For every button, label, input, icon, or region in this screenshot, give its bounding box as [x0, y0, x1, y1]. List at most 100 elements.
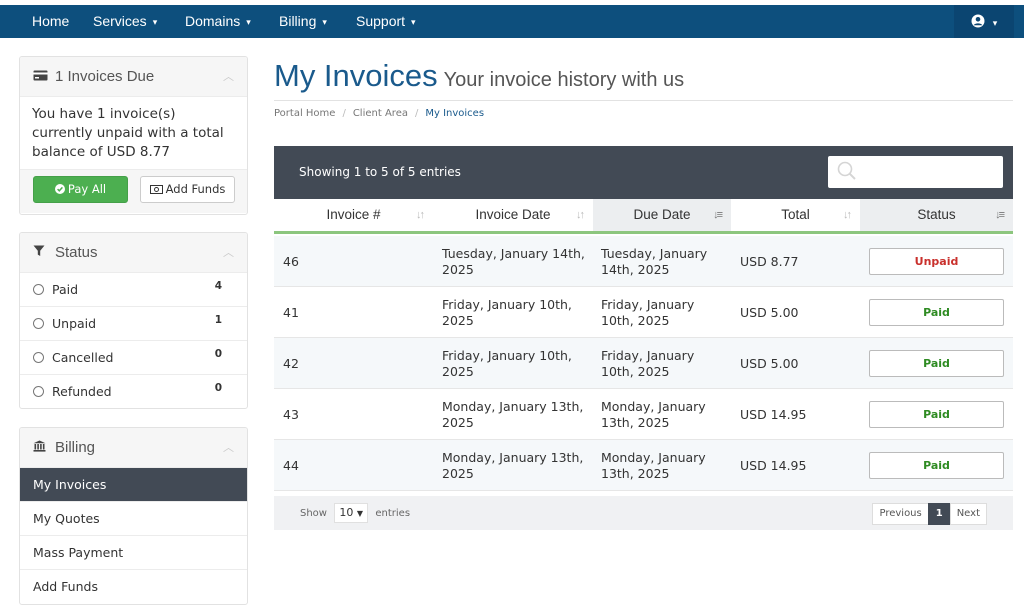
column-header-label: Status: [917, 207, 956, 222]
previous-page-button[interactable]: Previous: [872, 503, 929, 525]
page-title-main: My Invoices: [274, 58, 438, 93]
next-page-button[interactable]: Next: [949, 503, 987, 525]
billing-title: Billing: [55, 439, 96, 456]
table-header: Invoice # ↓↑ Invoice Date ↓↑ Due Date ↓≡ To…: [274, 199, 1013, 234]
status-panel: Status ︿ Paid 4 Unpaid 1 Cancelled 0 Refund…: [19, 232, 248, 409]
billing-panel: Billing ︿ My Invoices My Quotes Mass Pay…: [19, 427, 248, 605]
cell-due-date: Friday, January 10th, 2025: [601, 296, 695, 328]
chevron-up-icon[interactable]: ︿: [223, 428, 234, 468]
title-divider: [274, 100, 1013, 101]
sort-ascending-icon: ↓≡: [713, 209, 723, 221]
show-label: Show: [300, 508, 327, 519]
breadcrumb-portal-home[interactable]: Portal Home: [274, 108, 335, 119]
column-header-due-date[interactable]: Due Date ↓≡: [593, 199, 731, 231]
add-funds-label: Add Funds: [165, 182, 226, 196]
cell-invoice-number: 41: [283, 304, 299, 320]
page-1-button[interactable]: 1: [927, 503, 951, 525]
status-label: Cancelled: [52, 350, 114, 365]
pay-all-label: Pay All: [67, 182, 107, 196]
cell-due-date: Tuesday, January 14th, 2025: [601, 245, 708, 277]
column-header-invoice-date[interactable]: Invoice Date ↓↑: [433, 199, 593, 231]
credit-card-icon: [33, 57, 49, 97]
cell-due-date: Monday, January 13th, 2025: [601, 398, 706, 430]
sort-descending-icon: ↓≡: [995, 209, 1005, 221]
radio-icon[interactable]: [33, 386, 44, 397]
cell-total: USD 14.95: [740, 406, 807, 422]
column-header-label: Total: [781, 207, 810, 222]
nav-support-label: Support: [356, 13, 406, 29]
account-menu[interactable]: ▾: [954, 5, 1014, 38]
add-funds-button[interactable]: Add Funds: [140, 176, 235, 203]
nav-home-label: Home: [32, 13, 70, 29]
status-filter-unpaid[interactable]: Unpaid 1: [20, 307, 247, 341]
breadcrumb: Portal Home / Client Area / My Invoices: [274, 108, 484, 119]
column-header-status[interactable]: Status ↓≡: [860, 199, 1013, 231]
breadcrumb-separator: /: [342, 108, 346, 119]
status-badge: Paid: [869, 299, 1004, 326]
invoices-due-header[interactable]: 1 Invoices Due ︿: [20, 57, 247, 97]
chevron-down-icon: ▼: [356, 509, 363, 518]
status-label: Unpaid: [52, 316, 97, 331]
status-badge: Paid: [869, 350, 1004, 377]
status-count: 0: [214, 348, 222, 360]
nav-home[interactable]: Home: [32, 5, 69, 38]
sidebar-item-my-quotes[interactable]: My Quotes: [20, 502, 247, 536]
cell-due-date: Monday, January 13th, 2025: [601, 449, 706, 481]
sidebar-item-mass-payment[interactable]: Mass Payment: [20, 536, 247, 570]
chevron-up-icon[interactable]: ︿: [223, 233, 234, 273]
status-title: Status: [55, 244, 98, 261]
cell-invoice-number: 42: [283, 355, 299, 371]
column-header-total[interactable]: Total ↓↑: [731, 199, 860, 231]
cell-total: USD 5.00: [740, 355, 799, 371]
page-size-select[interactable]: 10 ▼: [334, 503, 369, 523]
status-badge: Unpaid: [869, 248, 1004, 275]
nav-billing-label: Billing: [279, 13, 317, 29]
table-footer: Show 10 ▼ entries Previous 1 Next: [274, 496, 1013, 530]
sort-icon: ↓↑: [843, 209, 852, 221]
breadcrumb-client-area[interactable]: Client Area: [353, 108, 408, 119]
nav-domains[interactable]: Domains ▾: [185, 5, 251, 38]
nav-support[interactable]: Support ▾: [356, 5, 416, 38]
table-info: Showing 1 to 5 of 5 entries: [299, 165, 461, 179]
nav-billing[interactable]: Billing ▾: [279, 5, 327, 38]
search-input[interactable]: [828, 156, 1003, 188]
table-toolbar: Showing 1 to 5 of 5 entries: [274, 146, 1013, 199]
chevron-up-icon[interactable]: ︿: [223, 57, 234, 97]
pay-all-button[interactable]: Pay All: [33, 176, 128, 203]
invoices-due-panel: 1 Invoices Due ︿ You have 1 invoice(s) c…: [19, 56, 248, 215]
radio-icon[interactable]: [33, 318, 44, 329]
table-row[interactable]: 43 Monday, January 13th, 2025 Monday, Ja…: [274, 389, 1013, 440]
status-header[interactable]: Status ︿: [20, 233, 247, 273]
table-row[interactable]: 42 Friday, January 10th, 2025 Friday, Ja…: [274, 338, 1013, 389]
table-row[interactable]: 44 Monday, January 13th, 2025 Monday, Ja…: [274, 440, 1013, 491]
entries-label: entries: [375, 508, 411, 519]
page-size-control: Show 10 ▼ entries: [300, 496, 410, 532]
table-row[interactable]: 41 Friday, January 10th, 2025 Friday, Ja…: [274, 287, 1013, 338]
radio-icon[interactable]: [33, 352, 44, 363]
status-filter-refunded[interactable]: Refunded 0: [20, 375, 247, 408]
page-title: My Invoices Your invoice history with us: [274, 58, 684, 94]
column-header-invoice-number[interactable]: Invoice # ↓↑: [274, 199, 433, 231]
breadcrumb-separator: /: [414, 108, 419, 119]
nav-services[interactable]: Services ▾: [93, 5, 157, 38]
cell-invoice-date: Monday, January 13th, 2025: [442, 449, 584, 481]
breadcrumb-current: My Invoices: [425, 108, 485, 119]
table-row[interactable]: 46 Tuesday, January 14th, 2025 Tuesday, …: [274, 236, 1013, 287]
invoices-due-footer: Pay All Add Funds: [20, 169, 247, 213]
column-header-label: Invoice #: [326, 207, 381, 222]
radio-icon[interactable]: [33, 284, 44, 295]
status-badge: Paid: [869, 452, 1004, 479]
status-filter-paid[interactable]: Paid 4: [20, 273, 247, 307]
cell-invoice-date: Monday, January 13th, 2025: [442, 398, 584, 430]
status-badge: Paid: [869, 401, 1004, 428]
sidebar-item-add-funds[interactable]: Add Funds: [20, 570, 247, 604]
status-count: 0: [214, 382, 222, 394]
check-circle-icon: [54, 184, 65, 194]
invoices-due-title: 1 Invoices Due: [55, 68, 155, 85]
status-count: 1: [214, 314, 222, 326]
billing-header[interactable]: Billing ︿: [20, 428, 247, 468]
status-filter-cancelled[interactable]: Cancelled 0: [20, 341, 247, 375]
caret-down-icon: ▾: [246, 17, 251, 27]
sidebar-item-my-invoices[interactable]: My Invoices: [20, 468, 247, 502]
cell-total: USD 5.00: [740, 304, 799, 320]
